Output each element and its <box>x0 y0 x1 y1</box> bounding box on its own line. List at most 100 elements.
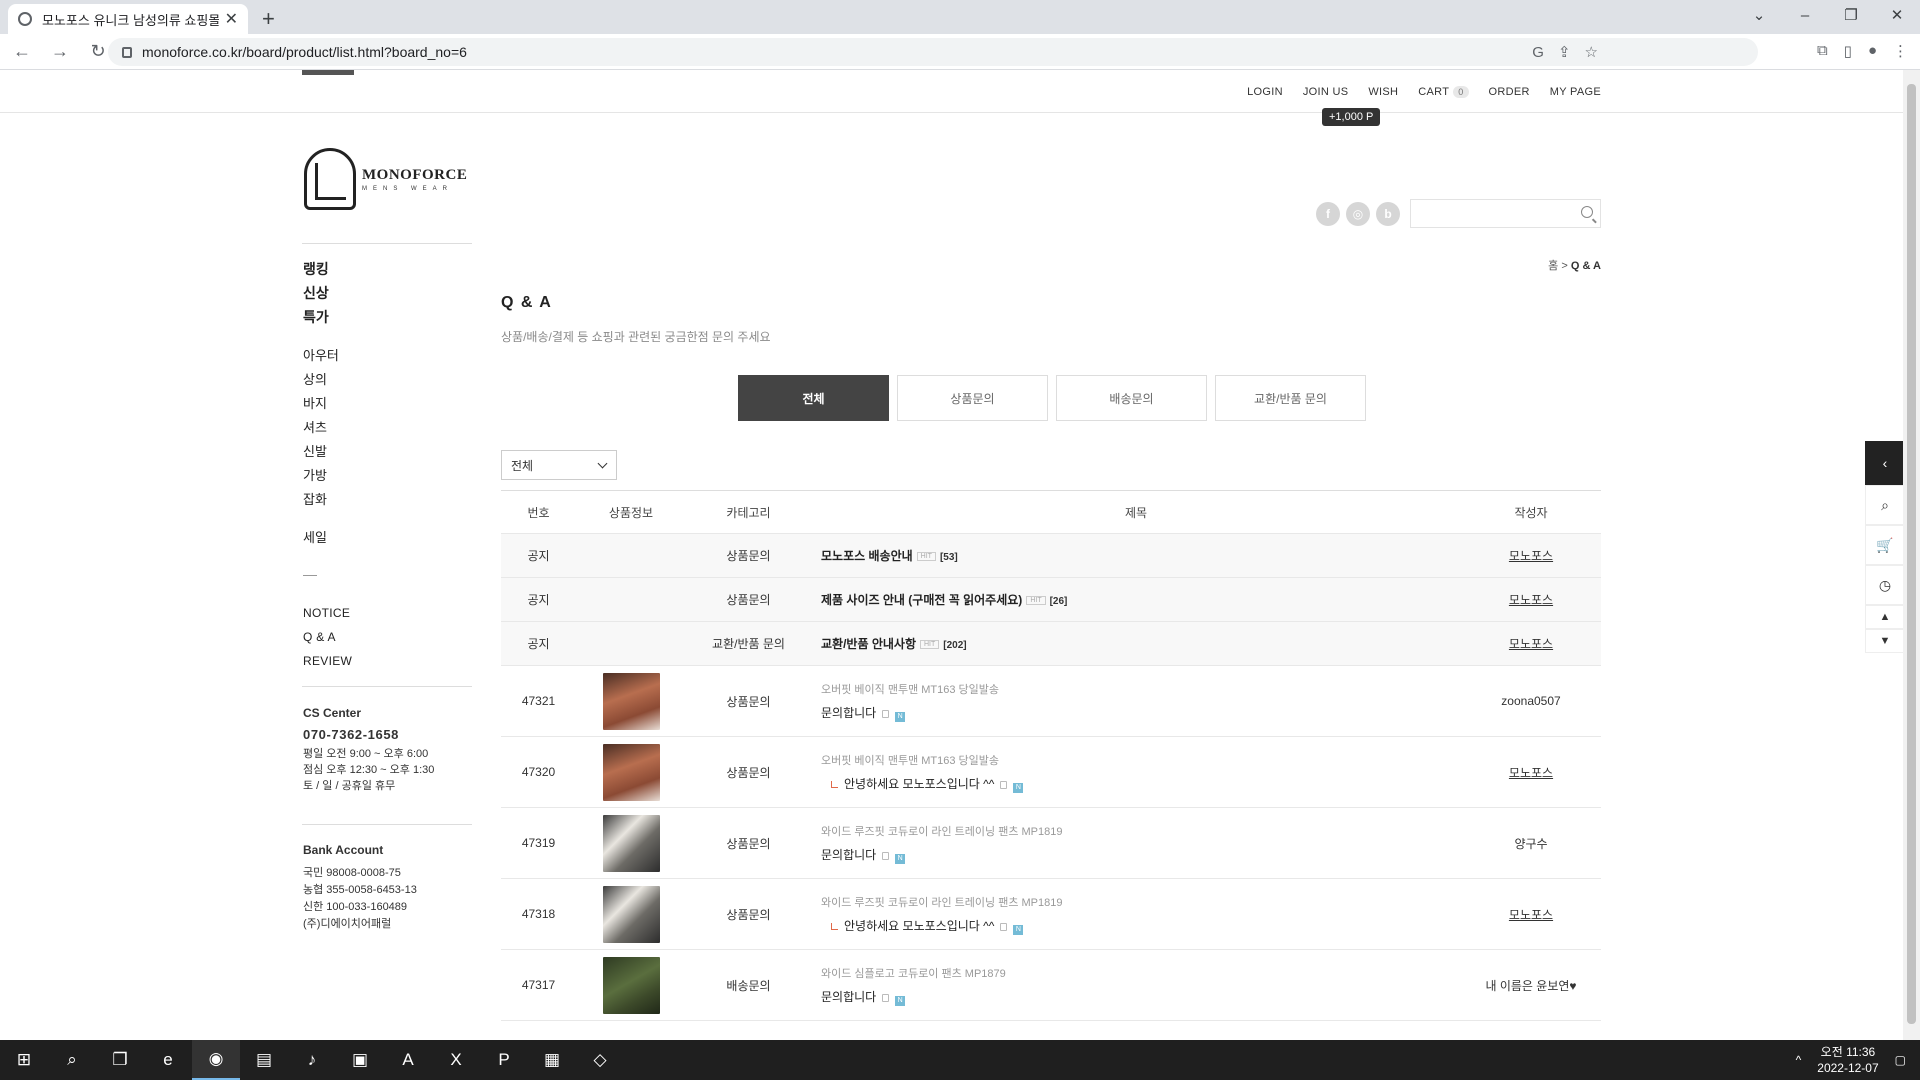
page-scrollbar[interactable] <box>1903 70 1920 1040</box>
sidebar-item-top[interactable]: 상의 <box>303 368 339 392</box>
row-subject-text[interactable]: 안녕하세요 모노포스입니다 ^^ <box>844 777 994 791</box>
row-subject[interactable]: 와이드 심플로고 코듀로이 팬츠 MP1879 문의합니다 N <box>811 965 1461 1006</box>
instagram-icon[interactable]: ◎ <box>1346 202 1370 226</box>
row-writer[interactable]: 모노포스 <box>1461 764 1601 781</box>
cart-link[interactable]: CART 0 <box>1418 86 1469 98</box>
filter-select[interactable]: 전체 <box>501 450 617 480</box>
lock-icon[interactable] <box>122 46 132 58</box>
sidebar-item-review[interactable]: REVIEW <box>303 649 352 673</box>
windows-start-icon[interactable]: ⊞ <box>0 1040 48 1080</box>
row-writer[interactable]: 모노포스 <box>1461 591 1601 608</box>
new-tab-icon[interactable]: + <box>262 6 275 32</box>
profile-icon[interactable]: ● <box>1868 42 1877 60</box>
url-text[interactable]: monoforce.co.kr/board/product/list.html?… <box>142 44 467 60</box>
breadcrumb-home[interactable]: 홈 <box>1548 260 1558 272</box>
app-icon[interactable]: ▣ <box>336 1040 384 1080</box>
site-logo[interactable]: MONOFORCE MENS WEAR <box>304 148 467 210</box>
row-subject[interactable]: 제품 사이즈 안내 (구매전 꼭 읽어주세요) HIT [26] <box>811 591 1461 608</box>
extensions-icon[interactable]: ⧉ <box>1817 42 1828 60</box>
search-icon[interactable]: ⌕ <box>48 1040 96 1080</box>
scroll-up-icon[interactable]: ▲ <box>1865 605 1905 629</box>
sidebar-item-shirts[interactable]: 셔츠 <box>303 416 339 440</box>
row-subject[interactable]: 오버핏 베이직 맨투맨 MT163 당일발송 안녕하세요 모노포스입니다 ^^ N <box>811 752 1461 793</box>
forward-icon[interactable]: → <box>44 41 76 62</box>
tab-product-inquiry[interactable]: 상품문의 <box>897 375 1048 421</box>
google-icon[interactable]: G <box>1532 44 1544 61</box>
scrollbar-thumb[interactable] <box>1907 84 1916 1024</box>
row-writer[interactable]: 모노포스 <box>1461 906 1601 923</box>
task-view-icon[interactable]: ❐ <box>96 1040 144 1080</box>
close-tab-icon[interactable]: ✕ <box>225 9 238 29</box>
row-product-name[interactable]: 오버핏 베이직 맨투맨 MT163 당일발송 <box>821 681 1461 697</box>
collapse-panel-icon[interactable]: ‹ <box>1865 441 1905 485</box>
acrobat-icon[interactable]: A <box>384 1040 432 1080</box>
sidebar-item-special[interactable]: 특가 <box>303 305 329 329</box>
row-subject-text[interactable]: 안녕하세요 모노포스입니다 ^^ <box>844 919 994 933</box>
row-writer[interactable]: 모노포스 <box>1461 635 1601 652</box>
app-icon[interactable]: ♪ <box>288 1040 336 1080</box>
join-link[interactable]: JOIN US <box>1303 86 1349 98</box>
tray-chevron-icon[interactable]: ^ <box>1796 1053 1802 1067</box>
product-thumbnail[interactable] <box>602 672 660 730</box>
clock[interactable]: 오전 11:36 2022-12-07 <box>1817 1044 1878 1076</box>
mypage-link[interactable]: MY PAGE <box>1550 86 1601 98</box>
product-thumbnail[interactable] <box>602 885 660 943</box>
row-subject[interactable]: 오버핏 베이직 맨투맨 MT163 당일발송 문의합니다 N <box>811 681 1461 722</box>
sidebar-item-shoes[interactable]: 신발 <box>303 440 339 464</box>
login-link[interactable]: LOGIN <box>1247 86 1283 98</box>
sidebar-item-outer[interactable]: 아우터 <box>303 344 339 368</box>
row-product-name[interactable]: 오버핏 베이직 맨투맨 MT163 당일발송 <box>821 752 1461 768</box>
tab-search-icon[interactable]: ⌄ <box>1736 4 1782 28</box>
tab-delivery-inquiry[interactable]: 배송문의 <box>1056 375 1207 421</box>
sidebar-item-qna[interactable]: Q & A <box>303 625 352 649</box>
back-icon[interactable]: ← <box>6 41 38 62</box>
tab-all[interactable]: 전체 <box>738 375 889 421</box>
search-icon[interactable] <box>1581 206 1593 218</box>
sidebar-item-new[interactable]: 신상 <box>303 281 329 305</box>
sidebar-item-ranking[interactable]: 랭킹 <box>303 257 329 281</box>
share-icon[interactable]: ⇪ <box>1558 43 1571 61</box>
wish-link[interactable]: WISH <box>1368 86 1398 98</box>
row-subject-text[interactable]: 문의합니다 <box>821 706 876 720</box>
close-window-icon[interactable]: ✕ <box>1874 4 1920 28</box>
row-subject-text[interactable]: 제품 사이즈 안내 (구매전 꼭 읽어주세요) <box>821 593 1022 607</box>
row-product-name[interactable]: 와이드 심플로고 코듀로이 팬츠 MP1879 <box>821 965 1461 981</box>
row-product-name[interactable]: 와이드 루즈핏 코듀로이 라인 트레이닝 팬츠 MP1819 <box>821 894 1461 910</box>
row-subject[interactable]: 모노포스 배송안내 HIT [53] <box>811 547 1461 564</box>
row-writer[interactable]: 모노포스 <box>1461 547 1601 564</box>
edge-icon[interactable]: e <box>144 1040 192 1080</box>
product-thumbnail[interactable] <box>602 814 660 872</box>
minimize-icon[interactable]: – <box>1782 4 1828 28</box>
row-subject-text[interactable]: 문의합니다 <box>821 990 876 1004</box>
row-subject-text[interactable]: 문의합니다 <box>821 848 876 862</box>
restore-icon[interactable]: ❐ <box>1828 4 1874 28</box>
sidebar-item-pants[interactable]: 바지 <box>303 392 339 416</box>
chrome-icon[interactable]: ◉ <box>192 1040 240 1080</box>
vscode-icon[interactable]: ◇ <box>576 1040 624 1080</box>
quick-cart-icon[interactable]: 🛒 <box>1865 525 1905 565</box>
calculator-icon[interactable]: ▦ <box>528 1040 576 1080</box>
product-thumbnail[interactable] <box>602 956 660 1014</box>
browser-tab[interactable]: 모노포스 유니크 남성의류 쇼핑몰 ✕ <box>8 4 248 34</box>
row-subject-text[interactable]: 모노포스 배송안내 <box>821 549 913 563</box>
facebook-icon[interactable]: f <box>1316 202 1340 226</box>
menu-dots-icon[interactable]: ⋮ <box>1893 42 1908 60</box>
product-thumbnail[interactable] <box>602 743 660 801</box>
file-explorer-icon[interactable]: ▤ <box>240 1040 288 1080</box>
row-subject[interactable]: 와이드 루즈핏 코듀로이 라인 트레이닝 팬츠 MP1819 안녕하세요 모노포… <box>811 894 1461 935</box>
sidebar-item-notice[interactable]: NOTICE <box>303 601 352 625</box>
bookmark-star-icon[interactable]: ☆ <box>1585 43 1598 61</box>
excel-icon[interactable]: X <box>432 1040 480 1080</box>
tab-exchange-inquiry[interactable]: 교환/반품 문의 <box>1215 375 1366 421</box>
powerpoint-icon[interactable]: P <box>480 1040 528 1080</box>
order-link[interactable]: ORDER <box>1489 86 1530 98</box>
sidebar-item-bags[interactable]: 가방 <box>303 464 339 488</box>
notification-icon[interactable]: ▢ <box>1895 1053 1906 1067</box>
address-bar[interactable]: monoforce.co.kr/board/product/list.html?… <box>108 38 1758 66</box>
row-subject[interactable]: 와이드 루즈핏 코듀로이 라인 트레이닝 팬츠 MP1819 문의합니다 N <box>811 823 1461 864</box>
sidebar-item-acc[interactable]: 잡화 <box>303 488 339 512</box>
sidebar-item-sale[interactable]: 세일 <box>303 526 327 550</box>
recent-view-icon[interactable]: ◷ <box>1865 565 1905 605</box>
row-product-name[interactable]: 와이드 루즈핏 코듀로이 라인 트레이닝 팬츠 MP1819 <box>821 823 1461 839</box>
side-panel-icon[interactable]: ▯ <box>1844 42 1852 60</box>
